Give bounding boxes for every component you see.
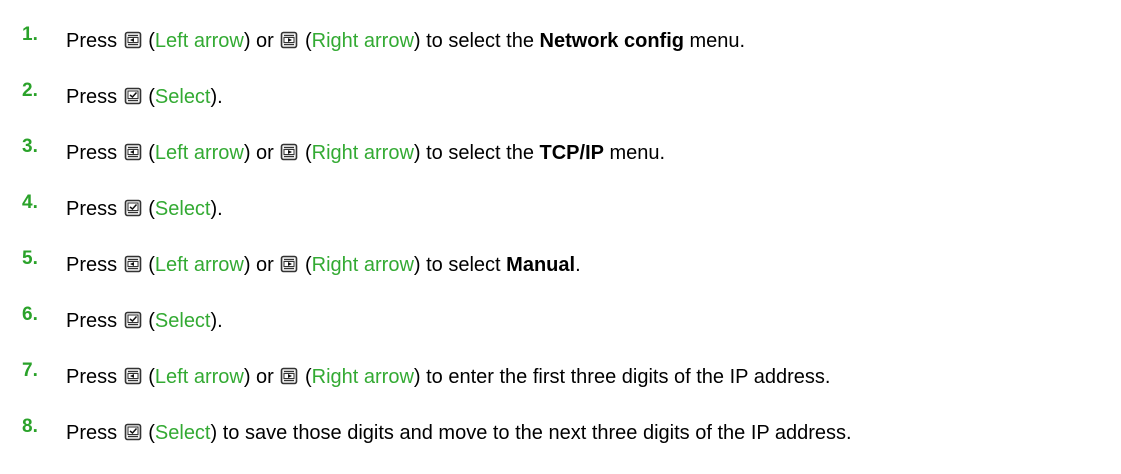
step-text-segment: ).: [210, 86, 223, 108]
step-text: Press (Select) to save those digits and …: [66, 421, 852, 445]
step-text-segment: Press: [66, 198, 123, 220]
key-name-link[interactable]: Right arrow: [312, 366, 414, 388]
left-arrow-key-icon: [124, 255, 142, 273]
step-text-segment: ) or: [243, 30, 280, 52]
right-arrow-key-icon: [280, 367, 298, 385]
key-name-link[interactable]: Left arrow: [155, 30, 244, 52]
step-text-segment: ).: [210, 198, 223, 220]
instruction-steps: 1. Press (Left arrow) or (Right arrow) to…: [0, 0, 1121, 474]
step-text-segment: ).: [210, 310, 223, 332]
key-name-link[interactable]: Left arrow: [155, 254, 244, 276]
step-text: Press (Left arrow) or (Right arrow) to s…: [66, 141, 665, 165]
step-item: 4. Press (Select).: [0, 192, 1121, 232]
step-item: 6. Press (Select).: [0, 304, 1121, 344]
step-text-segment: ) to save those digits and move to the n…: [210, 422, 852, 444]
step-text-segment: (: [142, 422, 155, 444]
step-text-segment: (: [299, 142, 312, 164]
step-text-segment: (: [299, 30, 312, 52]
step-text-segment: (: [142, 254, 155, 276]
right-arrow-key-icon: [280, 31, 298, 49]
step-item: 7. Press (Left arrow) or (Right arrow) to…: [0, 360, 1121, 400]
step-number: 8.: [22, 416, 38, 437]
key-name-link[interactable]: Select: [155, 310, 211, 332]
select-key-icon: [124, 423, 142, 441]
key-name-link[interactable]: Right arrow: [312, 30, 414, 52]
step-text-segment: ) or: [243, 366, 280, 388]
key-name-link[interactable]: Select: [155, 422, 211, 444]
step-text-segment: (: [299, 366, 312, 388]
step-text-segment: ) or: [243, 142, 280, 164]
step-number: 7.: [22, 360, 38, 381]
select-key-icon: [124, 87, 142, 105]
left-arrow-key-icon: [124, 143, 142, 161]
step-text-segment: ) or: [243, 254, 280, 276]
step-text-segment: menu.: [683, 30, 746, 52]
key-name-link[interactable]: Select: [155, 86, 211, 108]
step-item: 2. Press (Select).: [0, 80, 1121, 120]
step-text-segment: Press: [66, 366, 123, 388]
step-item: 3. Press (Left arrow) or (Right arrow) to…: [0, 136, 1121, 176]
select-key-icon: [124, 311, 142, 329]
step-text: Press (Select).: [66, 85, 223, 109]
menu-item-name: TCP/IP: [539, 142, 604, 164]
step-text: Press (Left arrow) or (Right arrow) to s…: [66, 253, 581, 277]
key-name-link[interactable]: Right arrow: [312, 142, 414, 164]
step-text-segment: Press: [66, 254, 123, 276]
step-text-segment: (: [142, 86, 155, 108]
step-number: 3.: [22, 136, 38, 157]
step-text-segment: .: [575, 254, 581, 276]
step-text: Press (Select).: [66, 309, 223, 333]
step-text: Press (Select).: [66, 197, 223, 221]
right-arrow-key-icon: [280, 143, 298, 161]
key-name-link[interactable]: Left arrow: [155, 366, 244, 388]
step-text-segment: Press: [66, 30, 123, 52]
left-arrow-key-icon: [124, 31, 142, 49]
step-text-segment: Press: [66, 142, 123, 164]
step-text: Press (Left arrow) or (Right arrow) to s…: [66, 29, 745, 53]
step-text-segment: ) to select the: [413, 142, 540, 164]
step-text-segment: Press: [66, 310, 123, 332]
right-arrow-key-icon: [280, 255, 298, 273]
step-text-segment: ) to select: [413, 254, 507, 276]
step-text-segment: ) to enter the first three digits of the…: [413, 366, 831, 388]
key-name-link[interactable]: Select: [155, 198, 211, 220]
step-item: 5. Press (Left arrow) or (Right arrow) to…: [0, 248, 1121, 288]
step-text-segment: (: [142, 198, 155, 220]
step-number: 4.: [22, 192, 38, 213]
step-number: 6.: [22, 304, 38, 325]
step-item: 1. Press (Left arrow) or (Right arrow) to…: [0, 24, 1121, 64]
menu-item-name: Manual: [506, 254, 576, 276]
step-text-segment: Press: [66, 86, 123, 108]
select-key-icon: [124, 199, 142, 217]
step-text-segment: Press: [66, 422, 123, 444]
step-text-segment: (: [142, 310, 155, 332]
step-text-segment: ) to select the: [413, 30, 540, 52]
step-number: 5.: [22, 248, 38, 269]
step-text-segment: (: [142, 30, 155, 52]
step-number: 1.: [22, 24, 38, 45]
step-text: Press (Left arrow) or (Right arrow) to e…: [66, 365, 830, 389]
left-arrow-key-icon: [124, 367, 142, 385]
step-item: 8. Press (Select) to save those digits an…: [0, 416, 1121, 456]
key-name-link[interactable]: Right arrow: [312, 254, 414, 276]
step-text-segment: menu.: [603, 142, 666, 164]
step-text-segment: (: [142, 142, 155, 164]
step-text-segment: (: [142, 366, 155, 388]
key-name-link[interactable]: Left arrow: [155, 142, 244, 164]
menu-item-name: Network config: [539, 30, 684, 52]
step-text-segment: (: [299, 254, 312, 276]
step-number: 2.: [22, 80, 38, 101]
